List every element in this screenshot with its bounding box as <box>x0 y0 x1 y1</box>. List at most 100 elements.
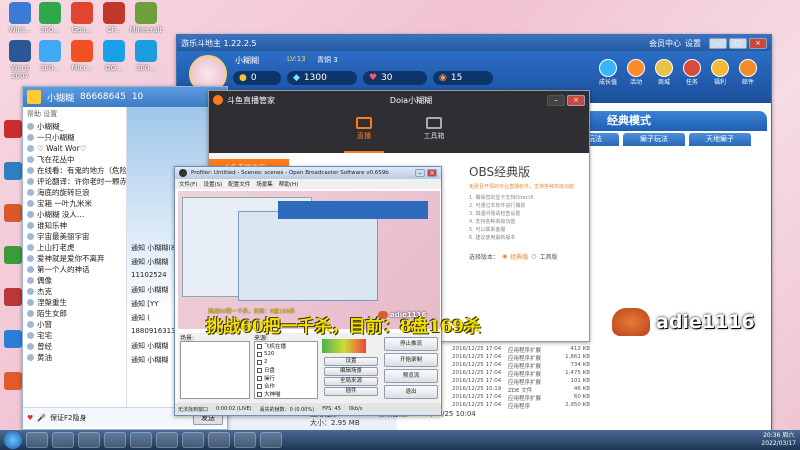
game-link-member[interactable]: 会员中心 <box>649 38 681 49</box>
list-item[interactable]: 偶像 <box>23 275 126 286</box>
assistant-user[interactable]: Doia小糊糊 <box>390 95 432 106</box>
game-mode-tab[interactable]: 癞子玩法 <box>623 133 685 146</box>
table-row[interactable]: 2016/12/25 17:04 应用程序扩展 1,861 KB <box>452 354 592 362</box>
taskbar-app[interactable] <box>78 432 100 448</box>
obs-button[interactable]: 预览流 <box>384 369 438 383</box>
taskbar-app[interactable] <box>26 432 48 448</box>
heart-icon[interactable]: ♥ <box>27 414 33 422</box>
dock-icon[interactable] <box>4 246 22 264</box>
checkbox[interactable] <box>257 367 262 373</box>
obs-button[interactable]: 插件 <box>324 387 378 396</box>
table-row[interactable]: 2016/12/25 17:04 应用程序扩展 60 KB <box>452 394 592 402</box>
source-item[interactable]: 大神喵 <box>255 390 317 398</box>
desktop-icon[interactable]: Minecraft <box>128 2 164 34</box>
sources-list[interactable]: 飞机在播 520 2 日盘 操行 合作 大神喵 <box>254 341 318 399</box>
list-item[interactable]: 谁知乐神 <box>23 220 126 231</box>
menu-item[interactable]: 设置(S) <box>203 180 222 188</box>
desktop-icon[interactable]: Goo... <box>64 2 100 34</box>
list-item[interactable]: 小糊糊_ <box>23 121 126 132</box>
taskbar-app[interactable] <box>104 432 126 448</box>
list-item[interactable]: 评论翻译：许你老时一颗赤诚之心 <box>23 176 126 187</box>
table-row[interactable]: 2016/12/25 17:04 应用程序扩展 1,475 KB <box>452 370 592 378</box>
checkbox[interactable] <box>257 351 262 357</box>
taskbar-app[interactable] <box>208 432 230 448</box>
taskbar-app[interactable] <box>130 432 152 448</box>
tab-toolbox[interactable]: 工具箱 <box>414 113 454 153</box>
desktop-icon[interactable]: QQ... <box>96 40 132 72</box>
checkbox[interactable] <box>257 359 262 365</box>
list-item[interactable]: 宅宅 <box>23 330 126 341</box>
source-item[interactable]: 合作 <box>255 382 317 390</box>
list-item[interactable]: 在线看：有鬼的地方（危险） <box>23 165 126 176</box>
list-item[interactable]: 飞在花丛中 <box>23 154 126 165</box>
game-mode-tab[interactable]: 天地癞子 <box>689 133 751 146</box>
desktop-icon[interactable]: 360... <box>32 40 68 72</box>
table-row[interactable]: 2016/12/25 17:04 应用程序扩展 734 KB <box>452 362 592 370</box>
source-item[interactable]: 520 <box>255 350 317 358</box>
minimize-button[interactable]: – <box>547 94 565 106</box>
checkbox[interactable] <box>257 375 262 381</box>
dock-icon[interactable] <box>4 204 22 222</box>
dock-icon[interactable] <box>4 330 22 348</box>
game-nav-button[interactable]: 任务 <box>681 59 703 86</box>
menu-item[interactable]: 帮助(H) <box>279 180 298 188</box>
taskbar-app[interactable] <box>260 432 282 448</box>
desktop-icon[interactable]: Micr... <box>64 40 100 72</box>
qq-link-help[interactable]: 帮助 <box>27 110 41 118</box>
source-item[interactable]: 操行 <box>255 374 317 382</box>
table-row[interactable]: 2016/12/25 17:04 应用程序扩展 101 KB <box>452 378 592 386</box>
dock-icon[interactable] <box>4 372 22 390</box>
source-item[interactable]: 日盘 <box>255 366 317 374</box>
taskbar-app[interactable] <box>156 432 178 448</box>
radio-tool[interactable]: ○ <box>531 253 536 260</box>
taskbar-app[interactable] <box>182 432 204 448</box>
game-nav-button[interactable]: 成长值 <box>597 59 619 86</box>
checkbox[interactable] <box>257 391 262 397</box>
obs-preview[interactable]: 挑战60把一千杀，目前：8盘169杀 adie1116 <box>178 191 440 329</box>
menu-item[interactable]: 配置文件 <box>228 180 250 188</box>
checkbox[interactable] <box>257 343 262 349</box>
dock-icon[interactable] <box>4 120 22 138</box>
list-item[interactable]: 宝箱 一叶九米米 <box>23 198 126 209</box>
desktop-icon[interactable]: 360... <box>32 2 68 34</box>
menu-item[interactable]: 文件(F) <box>179 180 197 188</box>
list-item[interactable]: 涅槃重生 <box>23 297 126 308</box>
minimize-button[interactable]: – <box>415 169 425 177</box>
menu-item[interactable]: 场景集 <box>256 180 273 188</box>
maximize-button[interactable]: □ <box>729 37 747 49</box>
taskbar-app[interactable] <box>234 432 256 448</box>
obs-button[interactable]: 设置 <box>324 357 378 366</box>
list-item[interactable]: 宇宙最美丽宇宙 <box>23 231 126 242</box>
list-item[interactable]: 陌生女郎 <box>23 308 126 319</box>
list-item[interactable]: ♡ Walt Wor♡ <box>23 143 126 154</box>
game-nav-button[interactable]: 活动 <box>625 59 647 86</box>
obs-button[interactable]: 停止推流 <box>384 337 438 351</box>
table-row[interactable]: 2016/12/25 17:04 应用程序扩展 412 KB <box>452 346 592 354</box>
obs-button[interactable]: 开始录制 <box>384 353 438 367</box>
list-item[interactable]: 一只小糊糊 <box>23 132 126 143</box>
mode-banner[interactable]: 经典模式 <box>577 111 767 131</box>
taskbar-app[interactable] <box>52 432 74 448</box>
scenes-list[interactable] <box>180 341 250 399</box>
source-item[interactable]: 2 <box>255 358 317 366</box>
game-link-settings[interactable]: 设置 <box>685 38 701 49</box>
qq-link-settings[interactable]: 设置 <box>43 110 57 118</box>
game-nav-button[interactable]: 商城 <box>653 59 675 86</box>
checkbox[interactable] <box>257 383 262 389</box>
obs-button[interactable]: 退出 <box>384 385 438 399</box>
game-nav-button[interactable]: 邮件 <box>737 59 759 86</box>
close-button[interactable]: × <box>427 169 437 177</box>
list-item[interactable]: 黄油 <box>23 352 126 363</box>
home-icon[interactable] <box>27 90 41 104</box>
minimize-button[interactable]: – <box>709 37 727 49</box>
obs-window[interactable]: Profiler: Untitled - Scenes: scenes - Op… <box>174 166 442 416</box>
dock-icon[interactable] <box>4 288 22 306</box>
game-nav-button[interactable]: 福利 <box>709 59 731 86</box>
radio-classic[interactable]: ◉ <box>502 253 507 260</box>
obs-button[interactable]: 编辑场景 <box>324 367 378 376</box>
list-item[interactable]: 第一个人的神话 <box>23 264 126 275</box>
mic-icon[interactable]: 🎤 <box>37 414 46 422</box>
dock-icon[interactable] <box>4 162 22 180</box>
taskbar-clock[interactable]: 20:36 周六 2022/03/17 <box>761 432 796 448</box>
list-item[interactable]: 曾经 <box>23 341 126 352</box>
